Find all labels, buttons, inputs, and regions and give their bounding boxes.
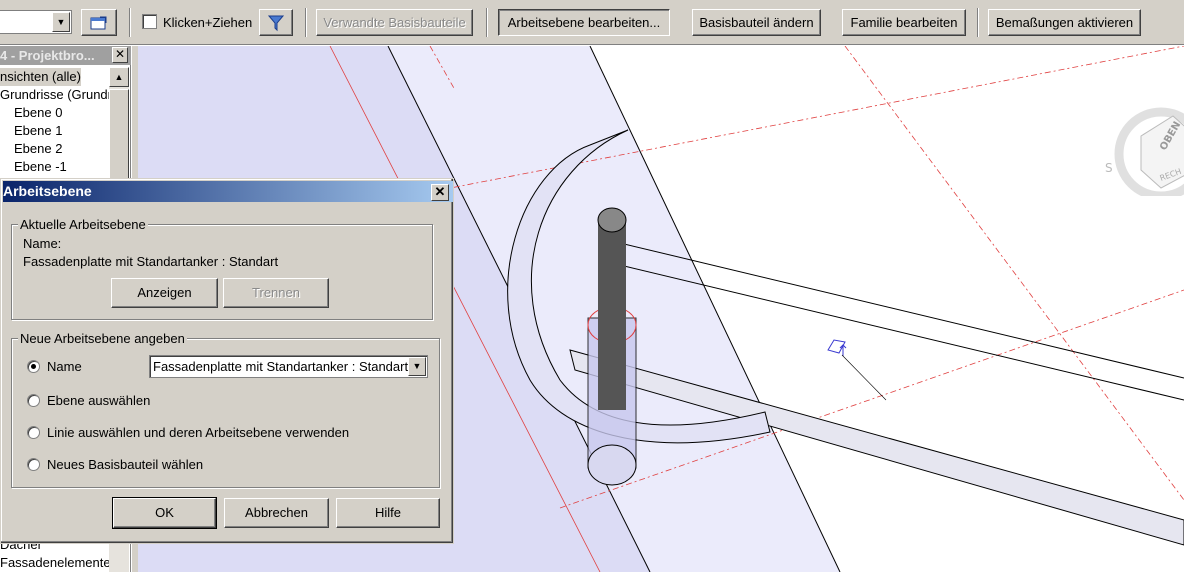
toolbar-separator [129,8,131,37]
radio-pick-host-label[interactable]: Neues Basisbauteil wählen [47,457,203,472]
options-toolbar: ▼ Klicken+Ziehen Verwandte Basisbauteile… [0,0,1184,45]
properties-icon [90,16,107,30]
radio-name-label[interactable]: Name [47,359,82,374]
properties-button[interactable] [81,9,117,36]
tree-item-views[interactable]: nsichten (alle) [0,68,81,86]
chevron-down-icon[interactable]: ▼ [52,12,70,32]
viewcube-icon[interactable]: OBEN RECH S [1103,96,1184,201]
close-icon[interactable]: ✕ [431,184,449,201]
current-workplane-name: Fassadenplatte mit Standartanker : Stand… [23,254,279,269]
dialog-title: Arbeitsebene [3,183,92,199]
radio-pick-plane-label[interactable]: Ebene auswählen [47,393,150,408]
edit-workplane-button[interactable]: Arbeitsebene bearbeiten... [498,9,670,36]
selection-dropdown[interactable]: ▼ [0,10,72,34]
tree-item-level[interactable]: Ebene 2 [14,140,62,158]
ok-button[interactable]: OK [112,497,217,529]
filter-icon [267,15,285,32]
toolbar-separator [305,8,307,37]
radio-pick-line[interactable] [27,426,40,439]
chevron-down-icon[interactable]: ▼ [408,357,426,376]
workplane-name-value: Fassadenplatte mit Standartanker : Stand… [153,359,409,374]
dialog-titlebar[interactable]: Arbeitsebene ✕ [3,181,453,202]
current-workplane-legend: Aktuelle Arbeitsebene [18,217,148,232]
workplane-symbol-icon[interactable] [827,339,847,356]
radio-pick-line-label[interactable]: Linie auswählen und deren Arbeitsebene v… [47,425,349,440]
tree-item-level[interactable]: Ebene 0 [14,104,62,122]
activate-dimensions-button[interactable]: Bemaßungen aktivieren [988,9,1141,36]
drag-checkbox-label: Klicken+Ziehen [163,15,253,30]
compass-south-label: S [1105,161,1113,175]
radio-pick-host[interactable] [27,458,40,471]
change-host-button[interactable]: Basisbauteil ändern [692,9,821,36]
tree-item-level[interactable]: Ebene 1 [14,122,62,140]
radio-name[interactable] [27,360,40,373]
related-hosts-button[interactable]: Verwandte Basisbauteile [316,9,473,36]
cancel-button[interactable]: Abbrechen [224,498,329,528]
name-label: Name: [23,236,62,251]
drag-checkbox[interactable] [142,14,157,29]
tree-item-facade-elements[interactable]: Fassadenelemente [0,554,111,572]
current-workplane-group: Aktuelle Arbeitsebene [11,217,433,320]
help-button[interactable]: Hilfe [336,498,440,528]
radio-pick-plane[interactable] [27,394,40,407]
separate-button[interactable]: Trennen [223,278,329,308]
workplane-name-combobox[interactable]: Fassadenplatte mit Standartanker : Stand… [149,355,428,378]
show-button[interactable]: Anzeigen [111,278,218,308]
toolbar-separator [486,8,488,37]
close-icon[interactable]: ✕ [112,47,128,63]
scroll-up-icon[interactable]: ▲ [109,67,129,87]
filter-button[interactable] [259,9,293,36]
workplane-dialog: Arbeitsebene ✕ Aktuelle Arbeitsebene Nam… [0,178,454,544]
toolbar-separator [977,8,979,37]
new-workplane-legend: Neue Arbeitsebene angeben [18,331,187,346]
tree-item-floorplans[interactable]: Grundrisse (Grundri [0,86,115,104]
tree-item-level[interactable]: Ebene -1 [14,158,67,176]
edit-family-button[interactable]: Familie bearbeiten [842,9,966,36]
